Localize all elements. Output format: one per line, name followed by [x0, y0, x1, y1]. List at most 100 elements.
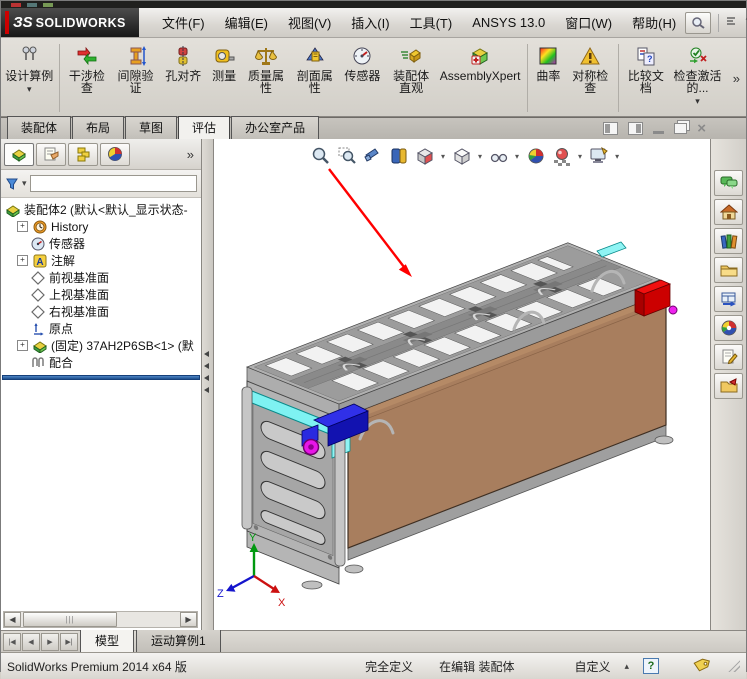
document-recovery-icon[interactable]	[714, 373, 743, 399]
menu-insert[interactable]: 插入(I)	[342, 10, 398, 35]
hide-show-items-icon[interactable]	[488, 146, 509, 166]
graphics-viewport[interactable]: ▾ ▾ ▾ ▾ ▾	[214, 139, 710, 630]
file-explorer-icon[interactable]	[714, 257, 743, 283]
dropdown-icon[interactable]: ▾	[478, 152, 482, 161]
displaymanager-tab[interactable]	[100, 143, 130, 166]
tree-row-history[interactable]: + History	[1, 218, 201, 235]
expand-icon[interactable]: +	[17, 221, 28, 232]
tree-row-top-plane[interactable]: 上视基准面	[1, 286, 201, 303]
units-up-arrow-icon[interactable]: ▴	[624, 661, 629, 672]
filter-funnel-icon[interactable]	[5, 177, 19, 191]
document-minimize-button[interactable]	[653, 131, 664, 134]
collapse-left-pane-icon[interactable]	[603, 122, 618, 135]
toolbar-overflow-button[interactable]: »	[729, 69, 744, 88]
home-resources-icon[interactable]	[714, 199, 743, 225]
filter-dropdown-icon[interactable]: ▾	[22, 178, 27, 189]
tab-layout[interactable]: 布局	[72, 116, 124, 139]
toolbar-symmetry-check[interactable]: 对称检查	[566, 40, 615, 116]
scroll-thumb[interactable]: |||	[23, 612, 117, 627]
nav-prev-button[interactable]: ◀	[22, 633, 40, 651]
tree-row-annotations[interactable]: + A 注解	[1, 252, 201, 269]
menu-view[interactable]: 视图(V)	[279, 10, 340, 35]
toolbar-sensor[interactable]: 传感器	[339, 40, 386, 116]
solidworks-logo: ЗS SOLIDWORKS	[1, 8, 139, 37]
collapse-right-pane-icon[interactable]	[628, 122, 643, 135]
tree-row-front-plane[interactable]: 前视基准面	[1, 269, 201, 286]
tab-office-products[interactable]: 办公室产品	[231, 116, 319, 139]
forum-icon[interactable]	[714, 170, 743, 196]
dropdown-icon[interactable]: ▾	[515, 152, 519, 161]
tab-model[interactable]: 模型	[80, 629, 134, 652]
nav-last-button[interactable]: ▶|	[60, 633, 78, 651]
tab-sketch[interactable]: 草图	[125, 116, 177, 139]
dropdown-icon[interactable]: ▾	[578, 152, 582, 161]
view-palette-icon[interactable]	[714, 286, 743, 312]
expand-icon[interactable]: +	[17, 255, 28, 266]
menu-ansys[interactable]: ANSYS 13.0	[463, 12, 554, 33]
resize-grip[interactable]	[728, 660, 740, 672]
toolbar-mass-properties[interactable]: 质量属性	[242, 40, 291, 116]
document-restore-button[interactable]	[674, 123, 687, 134]
featuremanager-tree-tab[interactable]	[4, 143, 34, 166]
menu-tools[interactable]: 工具(T)	[401, 10, 462, 35]
tree-row-root[interactable]: 装配体2 (默认<默认_显示状态-	[1, 201, 201, 218]
panel-splitter[interactable]	[202, 139, 214, 630]
toolbar-design-study[interactable]: 设计算例 ▾	[3, 40, 56, 116]
tree-row-right-plane[interactable]: 右视基准面	[1, 303, 201, 320]
view-orientation-icon[interactable]	[414, 146, 435, 166]
quick-tips-icon[interactable]	[726, 15, 738, 30]
panel-overflow-button[interactable]: »	[187, 147, 198, 162]
toolbar-check-active[interactable]: 检查激活的... ▾	[670, 40, 725, 116]
tree-horizontal-scrollbar[interactable]: ◀ ||| ▶	[3, 611, 198, 628]
toolbar-interference-check[interactable]: 干涉检查	[63, 40, 112, 116]
toolbar-curvature[interactable]: 曲率	[531, 40, 566, 116]
document-close-button[interactable]: ×	[697, 121, 706, 136]
display-style-icon[interactable]	[451, 146, 472, 166]
toolbar-compare-documents[interactable]: ? 比较文档	[622, 40, 671, 116]
bottom-tab-bar: |◀ ◀ ▶ ▶| 模型 运动算例1	[1, 630, 746, 652]
appearances-scenes-icon[interactable]	[714, 315, 743, 341]
edit-appearance-icon[interactable]	[525, 146, 546, 166]
menu-edit[interactable]: 编辑(E)	[216, 10, 277, 35]
nav-first-button[interactable]: |◀	[3, 633, 21, 651]
toolbar-assemblyxpert[interactable]: AssemblyXpert	[436, 40, 524, 116]
configurationmanager-tab[interactable]	[68, 143, 98, 166]
filter-input[interactable]	[30, 175, 197, 192]
nav-next-button[interactable]: ▶	[41, 633, 59, 651]
search-pin-icon[interactable]	[685, 12, 711, 34]
section-view-icon[interactable]	[388, 146, 409, 166]
tab-motion-study[interactable]: 运动算例1	[136, 629, 221, 652]
toolbar-hole-alignment[interactable]: 孔对齐	[160, 40, 207, 116]
zoom-area-icon[interactable]	[336, 146, 357, 166]
tree-row-mates[interactable]: 配合	[1, 354, 201, 371]
tab-assembly[interactable]: 装配体	[7, 116, 71, 139]
propertymanager-tab[interactable]	[36, 143, 66, 166]
menu-file[interactable]: 文件(F)	[153, 10, 214, 35]
previous-view-icon[interactable]	[362, 146, 383, 166]
scroll-left-arrow[interactable]: ◀	[4, 612, 21, 627]
menu-window[interactable]: 窗口(W)	[556, 10, 621, 35]
toolbar-measure[interactable]: 测量	[207, 40, 242, 116]
design-library-icon[interactable]	[714, 228, 743, 254]
tree-row-sensors[interactable]: 传感器	[1, 235, 201, 252]
tree-row-origin[interactable]: 原点	[1, 320, 201, 337]
tab-evaluate[interactable]: 评估	[178, 116, 230, 140]
rollback-bar[interactable]	[2, 375, 200, 380]
dropdown-icon[interactable]: ▾	[615, 152, 619, 161]
view-settings-icon[interactable]	[588, 146, 609, 166]
toolbar-section-properties[interactable]: 剖面属性	[290, 40, 339, 116]
dropdown-icon[interactable]: ▾	[441, 152, 445, 161]
splitter-arrows[interactable]	[204, 351, 209, 393]
apply-scene-icon[interactable]	[551, 146, 572, 166]
measure-icon	[212, 43, 236, 69]
menu-help[interactable]: 帮助(H)	[623, 10, 685, 35]
scroll-right-arrow[interactable]: ▶	[180, 612, 197, 627]
expand-icon[interactable]: +	[17, 340, 28, 351]
toolbar-assembly-visualization[interactable]: 装配体直观	[386, 40, 437, 116]
zoom-fit-icon[interactable]	[310, 146, 331, 166]
tree-row-component[interactable]: + (固定) 37AH2P6SB<1> (默	[1, 337, 201, 354]
toolbar-clearance-verify[interactable]: 间隙验证	[111, 40, 160, 116]
model-canvas[interactable]: Y Z X	[214, 139, 710, 630]
plane-icon	[30, 271, 46, 285]
custom-properties-icon[interactable]	[714, 344, 743, 370]
